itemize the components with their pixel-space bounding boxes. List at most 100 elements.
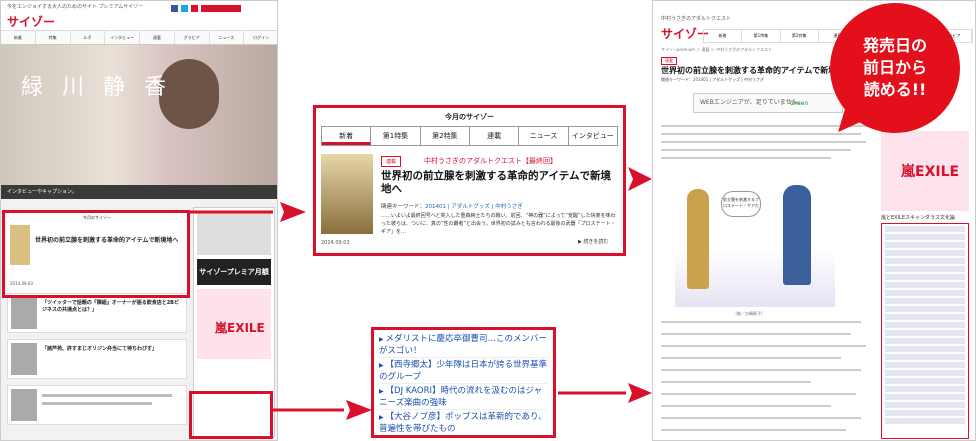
sidebar-link[interactable] [885,346,965,352]
hero-image[interactable] [1,45,277,195]
tab-series[interactable]: 連載 [470,127,520,145]
arrow-right-icon [346,400,372,420]
sidebar-link[interactable] [885,330,965,336]
text-line [661,149,851,151]
keywords-label: 関連キーワード： [381,204,426,210]
series-badge: 連載 [381,156,402,167]
article-title[interactable]: 世界初の前立腺を刺激する革命的アイテムで新境地へ [381,170,619,196]
text-ad[interactable]: WEBエンジニアが、足りていません。 [693,93,843,113]
sidebar-link[interactable] [885,274,965,280]
cover-title: 嵐EXILE [901,164,960,180]
text-line [661,393,856,395]
sidebar-link[interactable] [885,378,965,384]
nav-item[interactable]: グラビア [175,31,210,44]
site-logo[interactable]: サイゾー [7,13,55,30]
read-more-link[interactable]: ▶ 続きを読む [578,238,608,245]
news-link[interactable]: メダリストに慶応卒御曹司…このメンバーがスゴい！ [379,334,548,358]
sidebar-link[interactable] [885,282,965,288]
arrow-right-icon [280,202,306,222]
nav-item[interactable]: ルポ [71,31,106,44]
sidebar-link[interactable] [885,258,965,264]
sidebar-link[interactable] [885,234,965,240]
breadcrumb[interactable]: サイゾーpremium ＞ 連載 ＞ 中村うさぎのアダルトクエスト [661,47,772,53]
twitter-icon[interactable] [181,5,188,12]
tab-feature2[interactable]: 第2特集 [421,127,470,145]
news-thumb [11,297,37,329]
nav-item[interactable]: 新着 [1,31,36,44]
sidebar-link[interactable] [885,266,965,272]
character-figure [783,185,811,285]
nav-item[interactable]: 新着 [704,30,743,42]
nav-item[interactable]: インタビュー [105,31,140,44]
sidebar-link[interactable] [885,402,965,408]
illustration-caption: （絵／大嶋昇子） [733,311,765,316]
nav-item[interactable]: 第1特集 [742,30,781,42]
article-illustration: 前立腺を刺激するプロステート・ギアだ [675,179,835,307]
sidebar-link[interactable] [885,338,965,344]
rss-icon[interactable] [191,5,198,12]
news-link[interactable]: 【大谷ノブ彦】ポップスは革新的であり、普遍性を帯びたもの [379,412,548,435]
sidebar-link[interactable] [885,290,965,296]
tab-feature1[interactable]: 第1特集 [371,127,421,145]
sidebar-link[interactable] [885,250,965,256]
news-title[interactable]: 「諸芦苑、許すまじオリジン弁当にて待ちわびす」 [42,346,182,353]
news-thumb [11,343,37,375]
text-line [661,405,831,407]
tab-news[interactable]: ニュース [519,127,569,145]
sidebar-link[interactable] [885,298,965,304]
keyword-links[interactable]: 201401 | アダルトグッズ | 中村うさぎ [425,204,523,210]
feature-popup: 今月のサイゾー 新着 第1特集 第2特集 連載 ニュース インタビュー 連載 中… [313,105,626,256]
ad-text: WEBエンジニアが、足りていません。 [700,99,804,106]
text-line [661,345,866,347]
news-link[interactable]: 【西寺郷太】少年隊は日本が誇る世界基準のグループ [379,360,548,384]
sidebar-link[interactable] [885,418,965,424]
sidebar-link[interactable] [885,362,965,368]
text-line [661,381,811,383]
sidebar-link[interactable] [885,226,965,232]
sidebar-link[interactable] [885,386,965,392]
news-card[interactable]: 「諸芦苑、許すまじオリジン弁当にて待ちわびす」 [7,339,187,379]
sidebar-caption[interactable]: 嵐とEXILEスキャンダラス文化論 [881,214,955,221]
sidebar-cover[interactable]: 嵐EXILE [881,131,969,211]
text-line [661,321,861,323]
site-logo[interactable]: サイゾー [661,25,709,42]
news-list: メダリストに慶応卒御曹司…このメンバーがスゴい！ 【西寺郷太】少年隊は日本が誇る… [374,330,553,435]
nav-item[interactable]: ニュース [210,31,245,44]
sidebar-link[interactable] [885,370,965,376]
sidebar-link[interactable] [885,354,965,360]
text-line [661,429,846,431]
text-line [661,141,866,143]
sidebar-link[interactable] [885,306,965,312]
callout-badge: 発売日の 前日から 読める!! [829,3,960,143]
text-line [661,369,861,371]
sidebar-link[interactable] [885,410,965,416]
sidebar-link[interactable] [885,394,965,400]
article-thumbnail[interactable] [321,154,373,234]
sidebar-link[interactable] [885,314,965,320]
news-card[interactable]: 「ツイッターで話題の『隣組』オーナーが語る飲食店と2Bビジネスの共通点とは？」 [7,293,187,333]
news-title[interactable]: 「ツイッターで話題の『隣組』オーナーが語る飲食店と2Bビジネスの共通点とは？」 [42,300,182,314]
nav-item[interactable]: 特集 [36,31,71,44]
text-line [42,402,152,405]
news-card[interactable] [7,385,187,425]
nav-item[interactable]: ログイン [244,31,277,44]
news-link[interactable]: 【DJ KAORI】時代の流れを汲むのはジャニーズ楽曲の強味 [379,386,548,410]
sidebar-link[interactable] [885,322,965,328]
article-date: 2014.09.03 [321,240,350,246]
text-line [661,157,831,159]
article-excerpt: ……いよいよ最終回号へと突入した重森純士たちの戦い。前回、“神の器”によって“覚… [381,213,616,235]
article-category[interactable]: 中村うさぎのアダルトクエスト【最終回】 [424,156,557,166]
sidebar-link[interactable] [885,242,965,248]
facebook-icon[interactable] [171,5,178,12]
article-keywords: 関連キーワード：201401 | アダルトグッズ | 中村うさぎ [381,202,523,210]
speech-bubble: 前立腺を刺激するプロステート・ギアだ [721,191,761,217]
tab-new[interactable]: 新着 [322,127,372,145]
article-keywords[interactable]: 関連キーワード：201401 | アダルトグッズ | 中村うさぎ [661,77,764,83]
nav-item[interactable]: 第2特集 [781,30,819,42]
popup-header: 今月のサイゾー [445,113,494,121]
callout-line-3: 読める!! [863,80,927,99]
subscribe-button[interactable] [201,5,241,12]
nav-item[interactable]: 連載 [140,31,175,44]
ad-brand[interactable]: Green [790,100,808,107]
tab-interview[interactable]: インタビュー [569,127,617,145]
